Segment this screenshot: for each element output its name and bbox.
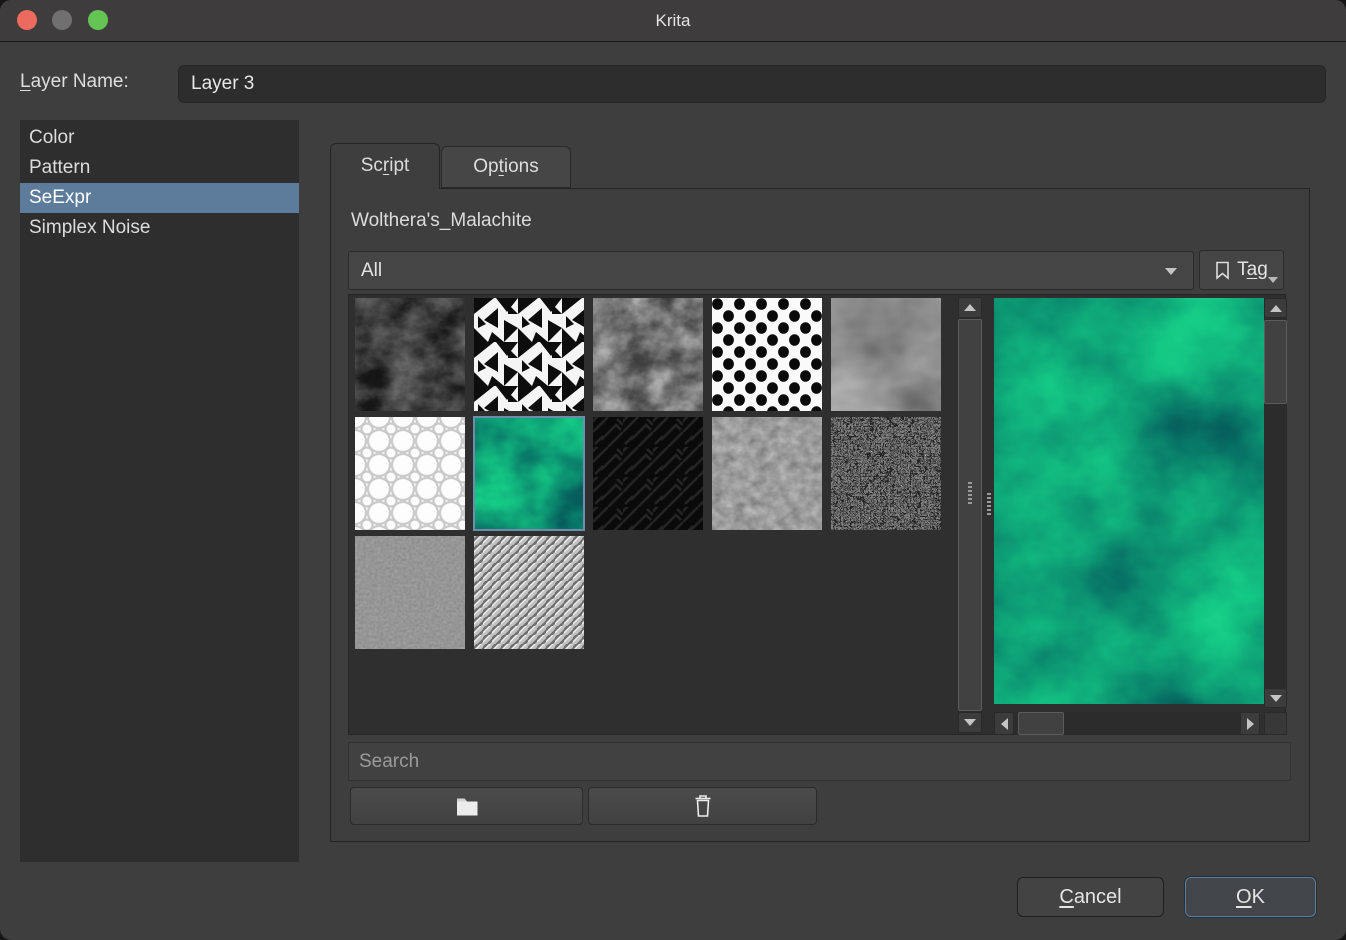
search-input[interactable] xyxy=(348,742,1291,781)
pattern-thumbnail-diagonal-weave[interactable] xyxy=(474,536,584,649)
krita-fill-layer-dialog: Krita Layer Name: Color Pattern SeExpr S… xyxy=(0,0,1346,940)
delete-resource-button[interactable] xyxy=(588,787,817,825)
list-item-seexpr[interactable]: SeExpr xyxy=(20,183,299,213)
window-title: Krita xyxy=(0,0,1346,42)
tag-filter-value: All xyxy=(361,260,382,281)
scroll-right-button[interactable] xyxy=(1240,712,1260,735)
pattern-thumbnail-light-squiggles[interactable] xyxy=(355,417,465,530)
scroll-down-button[interactable] xyxy=(958,712,982,733)
scrollbar-corner xyxy=(1264,712,1287,735)
layer-name-input[interactable] xyxy=(178,65,1326,103)
tab-script[interactable]: Script xyxy=(330,143,440,189)
chevron-down-icon xyxy=(1268,277,1278,283)
scroll-up-button[interactable] xyxy=(1264,298,1287,318)
pattern-thumbnail-gray-mottled[interactable] xyxy=(593,298,703,411)
pattern-thumbnail-soft-smoke[interactable] xyxy=(831,298,941,411)
layer-name-label: Layer Name: xyxy=(20,71,129,93)
pattern-thumbnail-halftone-dots[interactable] xyxy=(712,298,822,411)
pattern-thumbnail-rough-concrete[interactable] xyxy=(712,417,822,530)
pattern-grid xyxy=(355,298,955,732)
scroll-down-button[interactable] xyxy=(1264,688,1287,708)
list-item-color[interactable]: Color xyxy=(20,123,299,153)
list-item-pattern[interactable]: Pattern xyxy=(20,153,299,183)
pattern-thumbnail-dark-marble[interactable] xyxy=(355,298,465,411)
ok-button[interactable]: OK xyxy=(1185,877,1316,917)
pattern-thumbnail-black-maze[interactable] xyxy=(593,417,703,530)
preview-vertical-scrollbar[interactable] xyxy=(1264,298,1287,708)
scrollbar-thumb[interactable] xyxy=(1018,712,1064,735)
pattern-thumbnail-malachite-green[interactable] xyxy=(474,417,584,530)
scrollbar-thumb[interactable] xyxy=(1264,320,1287,404)
preview-horizontal-scrollbar[interactable] xyxy=(994,712,1264,735)
tag-filter-dropdown[interactable]: All xyxy=(348,251,1194,290)
import-resource-button[interactable] xyxy=(350,787,583,825)
script-tab-panel: Wolthera's_Malachite All Tag xyxy=(330,188,1310,842)
tag-button[interactable]: Tag xyxy=(1199,250,1284,290)
tab-options[interactable]: Options xyxy=(441,146,571,188)
cancel-button[interactable]: Cancel xyxy=(1017,877,1164,917)
bookmark-icon xyxy=(1215,261,1230,280)
tag-button-label: Tag xyxy=(1237,259,1268,281)
pattern-thumbnail-bw-triangles[interactable] xyxy=(474,298,584,411)
splitter-handle[interactable] xyxy=(985,295,994,736)
folder-icon xyxy=(454,795,480,817)
pattern-thumbnail-dark-speckles[interactable] xyxy=(831,417,941,530)
splitter-grip xyxy=(987,493,991,515)
scroll-up-button[interactable] xyxy=(958,297,982,318)
titlebar[interactable]: Krita xyxy=(0,0,1346,42)
generator-type-list: Color Pattern SeExpr Simplex Noise xyxy=(20,120,299,862)
scroll-left-button[interactable] xyxy=(994,712,1014,735)
resource-name-label: Wolthera's_Malachite xyxy=(351,210,532,232)
pattern-thumbnail-gray-canvas[interactable] xyxy=(355,536,465,649)
grid-vertical-scrollbar[interactable] xyxy=(958,297,982,733)
pattern-chooser xyxy=(348,294,1286,735)
chevron-down-icon xyxy=(1165,268,1177,275)
trash-icon xyxy=(693,794,713,818)
malachite-pattern-preview xyxy=(994,298,1264,704)
scrollbar-grip xyxy=(968,482,972,504)
scrollbar-thumb[interactable] xyxy=(958,319,982,711)
list-item-simplex-noise[interactable]: Simplex Noise xyxy=(20,213,299,243)
